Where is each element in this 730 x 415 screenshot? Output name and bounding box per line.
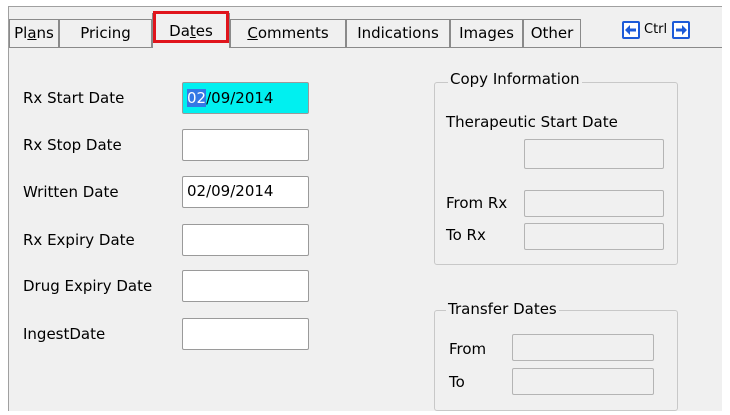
drug-expiry-date-label: Drug Expiry Date [23, 277, 153, 295]
to-rx-field [524, 223, 664, 250]
from-rx-label: From Rx [446, 194, 508, 212]
tab-dates[interactable]: Dates [152, 13, 230, 48]
transfer-from-field [512, 334, 654, 361]
tab-divider [9, 47, 722, 48]
tab-comments[interactable]: Comments [230, 19, 346, 47]
therapeutic-start-date-field [524, 139, 664, 169]
rx-expiry-date-label: Rx Expiry Date [23, 231, 135, 249]
arrow-left-icon[interactable] [622, 21, 640, 39]
rx-stop-date-label: Rx Stop Date [23, 136, 122, 154]
to-rx-label: To Rx [446, 226, 486, 244]
ctrl-label: Ctrl [644, 22, 668, 37]
therapeutic-start-date-label: Therapeutic Start Date [446, 113, 618, 131]
ingest-date-label: IngestDate [23, 325, 106, 343]
written-date-input[interactable]: 02/09/2014 [182, 176, 309, 208]
tab-strip: Plans Pricing Dates Comments Indications… [9, 7, 722, 48]
ingest-date-input[interactable] [182, 318, 309, 350]
tab-indications[interactable]: Indications [346, 19, 450, 47]
rx-dates-window: Plans Pricing Dates Comments Indications… [8, 6, 722, 411]
from-rx-field [524, 190, 664, 217]
tab-pricing[interactable]: Pricing [59, 19, 152, 47]
tab-other[interactable]: Other [523, 19, 581, 47]
copy-information-title: Copy Information [448, 70, 582, 88]
transfer-to-field [512, 368, 654, 395]
rx-expiry-date-input[interactable] [182, 224, 309, 256]
tab-navigation: Ctrl [619, 21, 719, 43]
arrow-right-icon[interactable] [672, 21, 690, 39]
tab-images[interactable]: Images [450, 19, 523, 47]
drug-expiry-date-input[interactable] [182, 270, 309, 302]
transfer-from-label: From [449, 340, 487, 358]
rx-start-date-input[interactable]: 02/09/2014 [182, 82, 309, 114]
rx-start-date-label: Rx Start Date [23, 89, 125, 107]
transfer-dates-title: Transfer Dates [446, 300, 559, 318]
written-date-label: Written Date [23, 183, 119, 201]
transfer-to-label: To [449, 373, 465, 391]
rx-stop-date-input[interactable] [182, 129, 309, 161]
tab-plans[interactable]: Plans [9, 19, 59, 47]
